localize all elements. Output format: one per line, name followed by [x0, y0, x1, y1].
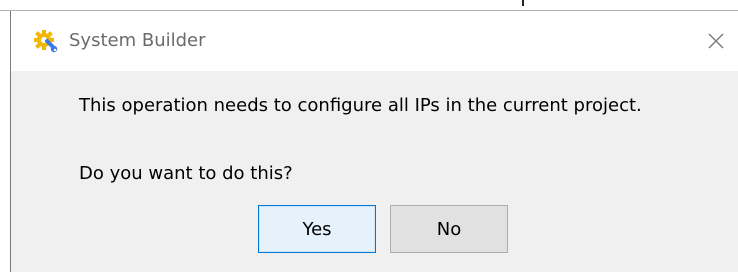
yes-button[interactable]: Yes	[258, 205, 376, 253]
dialog-message: This operation needs to configure all IP…	[79, 95, 642, 116]
dialog-question: Do you want to do this?	[79, 163, 293, 184]
close-button[interactable]	[699, 25, 733, 57]
system-builder-dialog: System Builder This operation needs to c…	[10, 11, 738, 272]
dialog-title: System Builder	[69, 30, 206, 51]
system-builder-gear-wrench-icon	[33, 28, 59, 54]
no-button[interactable]: No	[390, 205, 508, 253]
background-window-mark	[522, 0, 524, 6]
background-window	[0, 0, 738, 10]
close-icon	[708, 33, 724, 49]
dialog-titlebar[interactable]: System Builder	[11, 11, 738, 71]
